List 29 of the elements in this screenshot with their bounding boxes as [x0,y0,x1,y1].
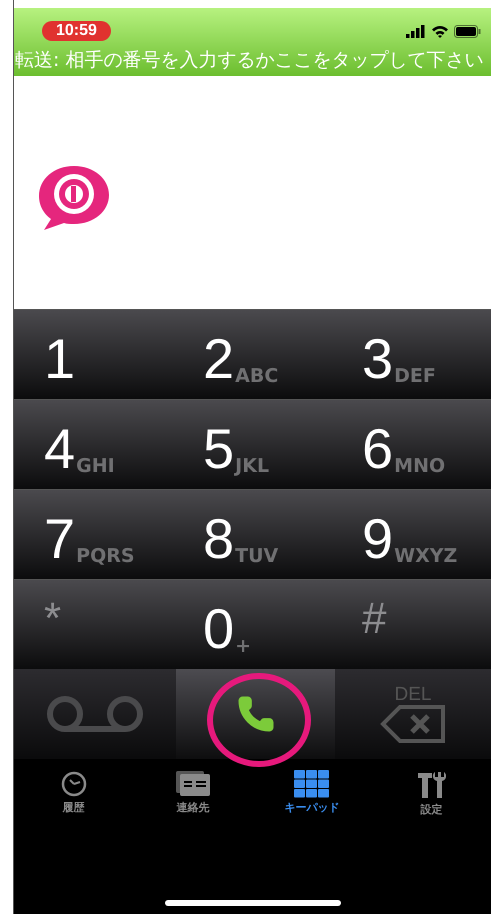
tab-item[interactable]: 設定 [372,769,491,821]
voicemail-icon [45,694,145,734]
dial-key[interactable]: 1 [14,309,173,399]
keypad-icon [294,770,330,798]
dial-key[interactable]: 7 PQRS [14,489,173,579]
dial-key[interactable]: 3 DEF [332,309,491,399]
phone-icon [236,694,276,734]
dial-key[interactable]: 2ABC [173,309,332,399]
wifi-icon [431,24,449,38]
call-button[interactable] [176,669,335,759]
dial-key[interactable]: 0+ [173,579,332,669]
tools-icon [416,770,446,800]
dial-key[interactable]: 6 MNO [332,399,491,489]
dial-key[interactable]: 4GHI [14,399,173,489]
signal-icon [406,24,426,38]
backspace-icon [380,704,446,744]
tab-item[interactable]: 履歴 [14,769,134,821]
dial-key[interactable]: * [14,579,173,669]
battery-icon [454,24,481,38]
dial-key[interactable]: 8TUV [173,489,332,579]
cards-icon [174,770,212,798]
dial-key[interactable]: 5JKL [173,399,332,489]
logo-icon [36,164,112,232]
status-time: 10:59 [42,21,111,41]
tab-item[interactable]: キーパッド [252,769,372,821]
tab-item[interactable]: 連絡先 [133,769,252,821]
clock-icon [60,770,88,798]
dial-key[interactable]: 9 WXYZ [332,489,491,579]
dial-key[interactable]: # [332,579,491,669]
